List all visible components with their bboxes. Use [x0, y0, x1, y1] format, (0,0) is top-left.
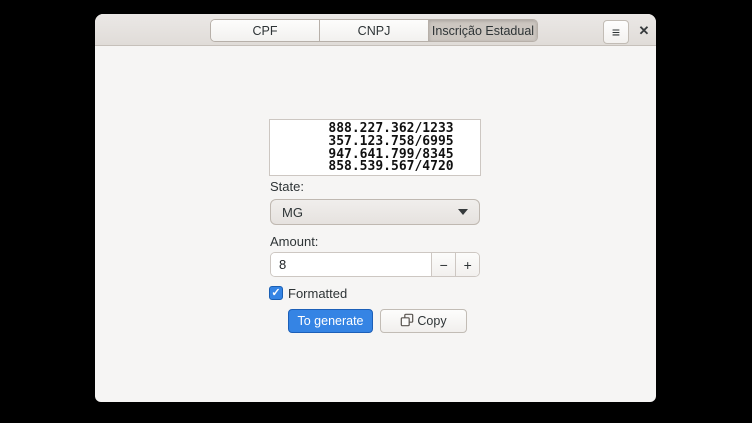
check-icon: ✓ — [271, 286, 281, 299]
amount-label: Amount: — [270, 234, 319, 249]
headerbar[interactable]: CPF CNPJ Inscrição Estadual ≡ ✕ — [95, 14, 656, 46]
generate-button-label: To generate — [297, 314, 364, 328]
tab-cnpj[interactable]: CNPJ — [319, 20, 428, 41]
plus-icon: + — [463, 256, 472, 273]
minus-icon: − — [439, 256, 448, 273]
amount-input[interactable] — [271, 253, 431, 276]
copy-button[interactable]: Copy — [380, 309, 467, 333]
action-button-row: To generate Copy — [95, 309, 656, 333]
tab-inscricao-estadual[interactable]: Inscrição Estadual — [428, 20, 537, 41]
increment-button[interactable]: + — [455, 253, 479, 276]
formatted-checkbox[interactable]: ✓ — [269, 286, 283, 300]
results-textview[interactable]: 888.227.362/1233 357.123.758/6995 947.64… — [269, 119, 481, 176]
state-value: MG — [282, 204, 303, 220]
formatted-checkbox-row: ✓ Formatted — [269, 285, 347, 301]
copy-button-label: Copy — [417, 314, 447, 328]
decrement-button[interactable]: − — [431, 253, 456, 276]
copy-icon — [400, 313, 414, 330]
close-button[interactable]: ✕ — [635, 22, 653, 40]
formatted-label[interactable]: Formatted — [288, 286, 347, 301]
app-window: CPF CNPJ Inscrição Estadual ≡ ✕ 888.227.… — [95, 14, 656, 402]
amount-spinner: − + — [270, 252, 480, 277]
result-line: 858.539.567/4720 — [328, 159, 454, 175]
tab-cpf[interactable]: CPF — [211, 20, 319, 41]
state-label: State: — [270, 179, 304, 194]
generate-button[interactable]: To generate — [288, 309, 373, 333]
tab-group: CPF CNPJ Inscrição Estadual — [210, 19, 538, 42]
menu-button[interactable]: ≡ — [603, 20, 629, 44]
hamburger-icon: ≡ — [611, 24, 621, 40]
close-icon: ✕ — [638, 23, 650, 38]
state-dropdown[interactable]: MG — [270, 199, 480, 225]
chevron-down-icon — [458, 209, 468, 215]
